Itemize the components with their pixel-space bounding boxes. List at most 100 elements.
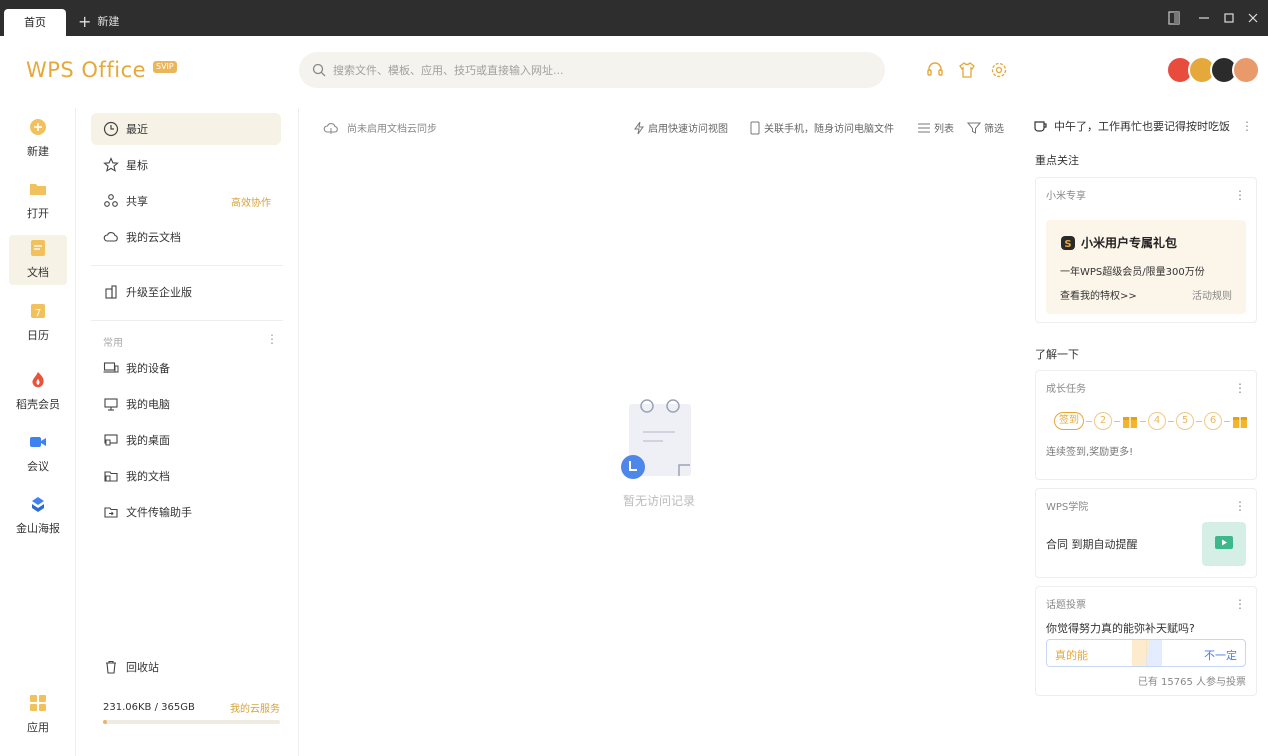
more-vertical-icon[interactable]: ⋮ [1234, 188, 1246, 202]
more-vertical-icon[interactable]: ⋮ [266, 333, 278, 345]
close-icon[interactable] [1245, 10, 1261, 26]
documents-folder-icon [104, 471, 118, 482]
sidebar-item-label: 共享 [126, 195, 148, 208]
more-vertical-icon[interactable]: ⋮ [1234, 381, 1246, 395]
tablet-mode-icon[interactable] [1166, 10, 1182, 26]
plus-icon: + [78, 12, 92, 31]
sidebar-item-label: 文件传输助手 [126, 506, 192, 519]
share-icon [104, 194, 118, 207]
tab-home[interactable]: 首页 [4, 9, 66, 36]
search-input[interactable] [333, 52, 873, 88]
nav-documents[interactable]: 文档 [9, 235, 67, 285]
quick-view-button[interactable]: 启用快速访问视图 [633, 120, 728, 135]
folder-icon [30, 184, 46, 195]
nav-docer-member[interactable]: 稻壳会员 [9, 367, 67, 417]
storage-bar-fill [103, 720, 107, 724]
title-bar: 首页 + 新建 [0, 0, 1268, 36]
cloud-sync-notice[interactable]: 尚未启用文档云同步 [323, 120, 437, 135]
sidebar-item-label: 我的桌面 [126, 434, 170, 447]
sidebar-item-recent[interactable]: 最近 [91, 113, 281, 145]
xiaomi-promo[interactable]: S 小米用户专属礼包 一年WPS超级会员/限量300万份 查看我的特权>> 活动… [1046, 220, 1246, 314]
checkin-step[interactable]: 签到 [1054, 412, 1084, 430]
more-vertical-icon[interactable]: ⋮ [1234, 499, 1246, 513]
sidebar-item-label: 我的云文档 [126, 231, 181, 244]
sidebar-item-my-documents[interactable]: 我的文档 [91, 460, 281, 492]
cloud-icon [103, 232, 118, 242]
nav-label: 金山海报 [16, 522, 60, 535]
clock-icon [103, 121, 119, 137]
vote-yes-label: 真的能 [1055, 649, 1088, 662]
promo-link[interactable]: 查看我的特权>> [1060, 287, 1137, 302]
checkin-steps: 签到 2 4 5 6 [1054, 411, 1248, 431]
sidebar-item-file-transfer[interactable]: 文件传输助手 [91, 496, 281, 528]
collab-link[interactable]: 高效协作 [231, 194, 271, 209]
main-content: 尚未启用文档云同步 启用快速访问视图 关联手机，随身访问电脑文件 列表 筛选 暂… [299, 108, 1014, 756]
sidebar-item-starred[interactable]: 星标 [91, 149, 281, 181]
sidebar-item-shared[interactable]: 共享 高效协作 [91, 185, 281, 217]
calendar-icon: 7 [31, 304, 45, 319]
storage-bar [103, 720, 280, 724]
step-connector [1224, 420, 1230, 422]
vote-options: 真的能 不一定 [1046, 639, 1246, 667]
card-title: 小米专享 [1046, 191, 1086, 202]
academy-course-text[interactable]: 合同 到期自动提醒 [1046, 536, 1138, 552]
sidebar-item-cloud-docs[interactable]: 我的云文档 [91, 221, 281, 253]
headset-icon[interactable] [926, 61, 944, 79]
trash-icon [106, 660, 116, 674]
sidebar-item-upgrade-enterprise[interactable]: 升级至企业版 [91, 276, 281, 308]
step-connector [1140, 420, 1146, 422]
nav-meeting[interactable]: 会议 [9, 429, 67, 479]
more-vertical-icon[interactable]: ⋮ [1234, 597, 1246, 611]
svip-badge: SVIP [153, 61, 177, 73]
coffee-cup-icon [1034, 121, 1047, 132]
promo-rules[interactable]: 活动规则 [1192, 287, 1232, 302]
account-avatars[interactable] [1166, 56, 1260, 84]
nav-calendar[interactable]: 7 日历 [9, 298, 67, 348]
sidebar-item-label: 我的电脑 [126, 398, 170, 411]
nav-new[interactable]: 新建 [9, 114, 67, 164]
svg-text:S: S [1064, 239, 1071, 250]
computer-icon [104, 398, 118, 411]
nav-apps[interactable]: 应用 [9, 690, 67, 740]
wps-academy-card[interactable]: WPS学院 ⋮ 合同 到期自动提醒 [1035, 488, 1257, 578]
sidebar-item-my-computer[interactable]: 我的电脑 [91, 388, 281, 420]
right-panel: 中午了，工作再忙也要记得按时吃饭 ⋮ 重点关注 小米专享 ⋮ S 小米用户专属礼… [1025, 108, 1268, 756]
sidebar-item-my-desktop[interactable]: 我的桌面 [91, 424, 281, 456]
new-tab-button[interactable]: + 新建 [78, 11, 119, 33]
course-thumbnail[interactable] [1202, 522, 1246, 566]
card-title: 成长任务 [1046, 384, 1086, 395]
nav-poster[interactable]: 金山海报 [9, 491, 67, 541]
vote-no-label: 不一定 [1204, 649, 1237, 662]
list-label: 列表 [934, 124, 954, 135]
lightning-icon [634, 121, 644, 134]
divider [91, 320, 283, 321]
nav-label: 文档 [27, 266, 49, 279]
more-vertical-icon[interactable]: ⋮ [1241, 119, 1253, 133]
devices-icon [103, 362, 119, 373]
step-connector [1114, 420, 1120, 422]
search-bar[interactable] [299, 52, 885, 88]
left-nav: 新建 打开 文档 7 日历 稻壳会员 会议 金山海报 应用 [0, 108, 76, 756]
document-icon [31, 240, 45, 256]
vote-divider-graphic [1132, 640, 1162, 666]
avatar[interactable] [1232, 56, 1260, 84]
settings-gear-icon[interactable] [990, 61, 1008, 79]
vote-question: 你觉得努力真的能弥补天赋吗? [1046, 622, 1195, 635]
list-view-button[interactable]: 列表 [917, 120, 954, 135]
storage-used: 231.06KB / 365GB [103, 702, 195, 713]
star-icon [103, 157, 119, 172]
poster-icon [32, 497, 44, 512]
maximize-icon[interactable] [1221, 10, 1237, 26]
skin-shirt-icon[interactable] [958, 61, 976, 79]
card-title: 话题投票 [1046, 600, 1086, 611]
nav-open[interactable]: 打开 [9, 176, 67, 226]
greeting-text: 中午了，工作再忙也要记得按时吃饭 [1054, 120, 1230, 133]
step-connector [1196, 420, 1202, 422]
link-phone-button[interactable]: 关联手机，随身访问电脑文件 [749, 120, 894, 135]
filter-button[interactable]: 筛选 [967, 120, 1004, 135]
sidebar-item-my-devices[interactable]: 我的设备 [91, 352, 281, 384]
greeting: 中午了，工作再忙也要记得按时吃饭 [1033, 118, 1230, 134]
sidebar-item-trash[interactable]: 回收站 [91, 651, 281, 683]
minimize-icon[interactable] [1196, 10, 1212, 26]
cloud-service-link[interactable]: 我的云服务 [230, 700, 280, 715]
